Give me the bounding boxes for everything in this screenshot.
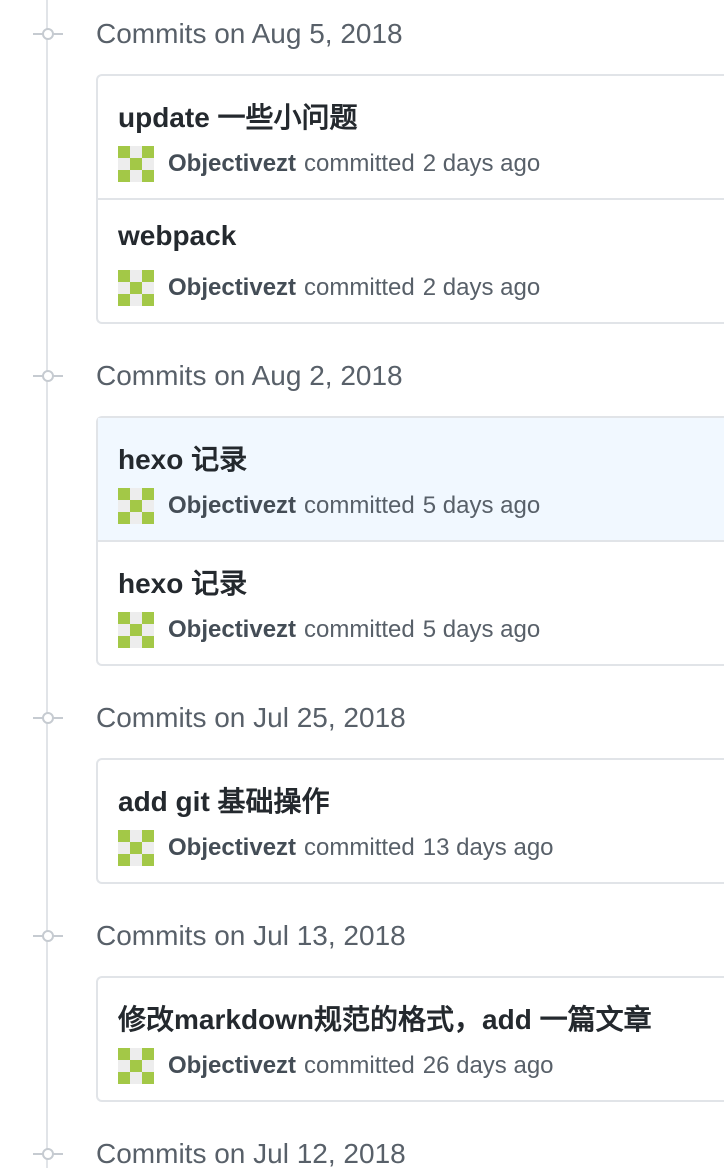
commit-node-icon xyxy=(33,1148,63,1160)
commit-node-icon xyxy=(33,930,63,942)
commit-message-link[interactable]: webpack xyxy=(118,220,236,252)
commit-meta: Objectivezt committed 5 days ago xyxy=(118,610,540,650)
commit-group-header: Commits on Jul 12, 2018 xyxy=(0,1134,724,1168)
author-link[interactable]: Objectivezt xyxy=(168,492,296,520)
commit-group-date: Commits on Aug 5, 2018 xyxy=(96,18,403,49)
commit-row[interactable]: update 一些小问题 Objectivezt committed 2 day… xyxy=(98,76,724,198)
commit-list: 修改markdown规范的格式，add 一篇文章 Objectivezt com… xyxy=(96,976,724,1102)
commit-time: 2 days ago xyxy=(422,150,541,177)
avatar[interactable] xyxy=(118,612,154,648)
commit-meta: Objectivezt committed 26 days ago xyxy=(118,1046,554,1086)
commit-row[interactable]: add git 基础操作 Objectivezt committed 13 da… xyxy=(98,760,724,882)
commit-meta: Objectivezt committed 13 days ago xyxy=(118,828,554,868)
commit-group-header: Commits on Aug 5, 2018 xyxy=(0,14,724,54)
commit-action: committed xyxy=(304,834,415,861)
author-link[interactable]: Objectivezt xyxy=(168,1052,296,1080)
commit-time: 5 days ago xyxy=(422,492,541,519)
commit-group-date: Commits on Jul 25, 2018 xyxy=(96,702,406,733)
commit-action: committed xyxy=(304,1052,415,1079)
avatar[interactable] xyxy=(118,146,154,182)
commit-node-icon xyxy=(33,370,63,382)
commit-meta: Objectivezt committed 2 days ago xyxy=(118,268,540,308)
author-link[interactable]: Objectivezt xyxy=(168,834,296,862)
commit-list: add git 基础操作 Objectivezt committed 13 da… xyxy=(96,758,724,884)
commit-action: committed xyxy=(304,616,415,643)
commit-time: 5 days ago xyxy=(422,616,541,643)
commit-message-link[interactable]: hexo 记录 xyxy=(118,562,247,602)
commit-time: 26 days ago xyxy=(422,1052,554,1079)
commit-group-date: Commits on Jul 12, 2018 xyxy=(96,1138,406,1168)
author-link[interactable]: Objectivezt xyxy=(168,616,296,644)
commit-time: 2 days ago xyxy=(422,274,541,301)
commit-meta: Objectivezt committed 5 days ago xyxy=(118,486,540,526)
commit-history: Commits on Aug 5, 2018 update 一些小问题 Obje… xyxy=(0,0,724,1168)
commit-row[interactable]: webpack Objectivezt committed 2 days ago xyxy=(98,198,724,322)
commit-group-date: Commits on Aug 2, 2018 xyxy=(96,360,403,391)
commit-time: 13 days ago xyxy=(422,834,554,861)
commit-meta: Objectivezt committed 2 days ago xyxy=(118,144,540,184)
commit-group-header: Commits on Aug 2, 2018 xyxy=(0,356,724,396)
commit-message-link[interactable]: add git 基础操作 xyxy=(118,780,330,820)
commit-row[interactable]: hexo 记录 Objectivezt committed 5 days ago xyxy=(98,418,724,540)
commit-group-date: Commits on Jul 13, 2018 xyxy=(96,920,406,951)
author-link[interactable]: Objectivezt xyxy=(168,274,296,302)
avatar[interactable] xyxy=(118,830,154,866)
commit-list: hexo 记录 Objectivezt committed 5 days ago… xyxy=(96,416,724,666)
commit-list: update 一些小问题 Objectivezt committed 2 day… xyxy=(96,74,724,324)
avatar[interactable] xyxy=(118,270,154,306)
commit-message-link[interactable]: 修改markdown规范的格式，add 一篇文章 xyxy=(118,998,652,1038)
commit-group-header: Commits on Jul 13, 2018 xyxy=(0,916,724,956)
timeline-line xyxy=(46,0,48,1168)
commit-group-header: Commits on Jul 25, 2018 xyxy=(0,698,724,738)
commit-node-icon xyxy=(33,712,63,724)
commit-node-icon xyxy=(33,28,63,40)
avatar[interactable] xyxy=(118,488,154,524)
commit-action: committed xyxy=(304,150,415,177)
commit-action: committed xyxy=(304,492,415,519)
author-link[interactable]: Objectivezt xyxy=(168,150,296,178)
commit-message-link[interactable]: hexo 记录 xyxy=(118,438,247,478)
commit-row[interactable]: hexo 记录 Objectivezt committed 5 days ago xyxy=(98,540,724,664)
avatar[interactable] xyxy=(118,1048,154,1084)
commit-action: committed xyxy=(304,274,415,301)
commit-message-link[interactable]: update 一些小问题 xyxy=(118,96,358,136)
commit-row[interactable]: 修改markdown规范的格式，add 一篇文章 Objectivezt com… xyxy=(98,978,724,1100)
